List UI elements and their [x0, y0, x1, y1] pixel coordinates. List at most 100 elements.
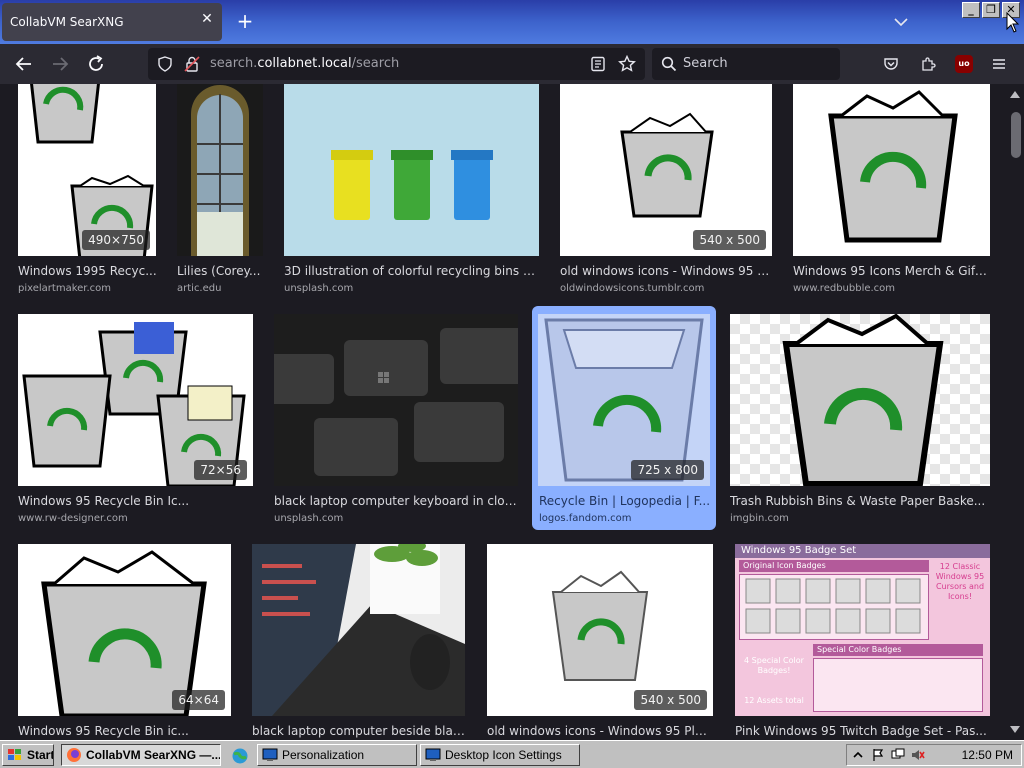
- result-thumbnail[interactable]: 540 x 500: [560, 84, 772, 256]
- image-results-grid: 490×750 Windows 1995 Recyc... pixelartma…: [0, 84, 1024, 740]
- ublock-origin-icon[interactable]: uo: [955, 55, 973, 73]
- result-thumbnail[interactable]: [274, 314, 518, 486]
- result-source: oldwindowsicons.tumblr.com: [560, 283, 705, 294]
- url-text: search.collabnet.local/search: [210, 56, 400, 71]
- display-properties-icon: [425, 748, 441, 761]
- badge-set-header: Windows 95 Badge Set: [735, 544, 990, 558]
- resolution-badge: 72×56: [194, 460, 247, 480]
- search-input[interactable]: Search: [652, 48, 840, 80]
- taskbar: Start CollabVM SearXNG —... Personalizat…: [0, 740, 1024, 768]
- result-source: unsplash.com: [274, 513, 344, 524]
- result-card-selected[interactable]: 725 x 800 Recycle Bin | Logopedia | F...…: [532, 306, 716, 530]
- result-card[interactable]: Lilies (Corey... artic.edu: [173, 84, 273, 300]
- maximize-icon[interactable]: ❐: [982, 2, 1000, 18]
- reload-icon[interactable]: [84, 52, 108, 76]
- scroll-down-icon[interactable]: [1010, 726, 1020, 734]
- result-title[interactable]: Windows 1995 Recyc...: [18, 264, 158, 278]
- windows-logo-icon: [8, 749, 21, 760]
- result-source: logos.fandom.com: [539, 513, 632, 524]
- result-thumbnail[interactable]: 540 x 500: [487, 544, 713, 716]
- scrollbar-thumb[interactable]: [1011, 112, 1021, 158]
- result-title[interactable]: black laptop computer keyboard in clos..…: [274, 494, 518, 508]
- page-scrollbar[interactable]: [1006, 84, 1024, 740]
- result-title[interactable]: 3D illustration of colorful recycling bi…: [284, 264, 539, 278]
- result-thumbnail[interactable]: [730, 314, 990, 486]
- result-title[interactable]: Windows 95 Icons Merch & Gift...: [793, 264, 990, 278]
- search-icon: [661, 56, 677, 72]
- result-card[interactable]: 490×750 Windows 1995 Recyc... pixelartma…: [14, 84, 160, 300]
- badge-note: 4 Special Color Badges!: [744, 656, 804, 675]
- pocket-icon[interactable]: [883, 56, 899, 72]
- result-title[interactable]: old windows icons - Windows 95 - ...: [560, 264, 772, 278]
- badge-grid: [739, 574, 929, 640]
- start-label: Start: [27, 748, 54, 762]
- close-tab-icon[interactable]: ✕: [200, 11, 214, 31]
- minimize-icon[interactable]: _: [962, 2, 980, 18]
- resolution-badge: 540 x 500: [634, 690, 707, 710]
- chevron-down-icon[interactable]: [892, 14, 910, 30]
- result-title[interactable]: black laptop computer beside blac...: [252, 724, 465, 738]
- result-title[interactable]: Windows 95 Recycle Bin ic...: [18, 724, 231, 738]
- network-icon[interactable]: [891, 748, 905, 762]
- result-thumbnail[interactable]: [284, 84, 539, 256]
- insecure-lock-icon[interactable]: [184, 56, 200, 72]
- result-card[interactable]: 72×56 Windows 95 Recycle Bin Ic... www.r…: [14, 314, 258, 530]
- result-title[interactable]: Trash Rubbish Bins & Waste Paper Baske..…: [730, 494, 990, 508]
- result-card[interactable]: 540 x 500 old windows icons - Windows 95…: [483, 544, 719, 740]
- new-tab-icon[interactable]: +: [233, 10, 257, 34]
- result-thumbnail[interactable]: [252, 544, 465, 716]
- display-properties-icon: [262, 748, 278, 761]
- result-card[interactable]: 540 x 500 old windows icons - Windows 95…: [556, 84, 776, 300]
- taskbar-item-desktop-icon-settings[interactable]: Desktop Icon Settings: [420, 744, 580, 766]
- result-thumbnail[interactable]: Windows 95 Badge Set Original Icon Badge…: [735, 544, 990, 716]
- result-thumbnail[interactable]: 725 x 800: [538, 314, 710, 486]
- result-card[interactable]: black laptop computer beside blac...: [248, 544, 470, 740]
- result-title[interactable]: old windows icons - Windows 95 Plu...: [487, 724, 713, 738]
- result-card[interactable]: 3D illustration of colorful recycling bi…: [280, 84, 542, 300]
- address-bar[interactable]: search.collabnet.local/search: [148, 48, 645, 80]
- resolution-badge: 490×750: [82, 230, 150, 250]
- result-title[interactable]: Lilies (Corey...: [177, 264, 265, 278]
- tray-arrow-icon[interactable]: [851, 748, 865, 762]
- taskbar-item-label: CollabVM SearXNG —...: [86, 748, 221, 762]
- result-thumbnail[interactable]: 64×64: [18, 544, 231, 716]
- browser-tab[interactable]: CollabVM SearXNG ✕: [2, 3, 222, 41]
- result-card[interactable]: Windows 95 Icons Merch & Gift... www.red…: [789, 84, 994, 300]
- firefox-icon: [67, 748, 81, 762]
- clock[interactable]: 12:50 PM: [962, 748, 1013, 762]
- taskbar-item-firefox[interactable]: CollabVM SearXNG —...: [61, 744, 221, 766]
- globe-icon[interactable]: [231, 747, 249, 765]
- result-title[interactable]: Pink Windows 95 Twitch Badge Set - Pas..…: [735, 724, 990, 738]
- hamburger-menu-icon[interactable]: [991, 56, 1007, 72]
- forward-arrow-icon[interactable]: [48, 52, 72, 76]
- shield-icon[interactable]: [157, 56, 173, 72]
- start-button[interactable]: Start: [2, 744, 54, 766]
- badge-note: 12 Assets total: [744, 696, 804, 705]
- result-thumbnail[interactable]: [177, 84, 263, 256]
- badge-grid: [813, 658, 983, 712]
- taskbar-item-personalization[interactable]: Personalization: [257, 744, 417, 766]
- result-card[interactable]: black laptop computer keyboard in clos..…: [270, 314, 522, 530]
- extensions-puzzle-icon[interactable]: [920, 56, 936, 72]
- flag-icon[interactable]: [871, 748, 885, 762]
- reader-view-icon[interactable]: [590, 56, 606, 72]
- result-thumbnail[interactable]: 490×750: [18, 84, 156, 256]
- result-source: pixelartmaker.com: [18, 283, 112, 294]
- result-source: www.redbubble.com: [793, 283, 896, 294]
- scroll-up-icon[interactable]: [1010, 90, 1020, 98]
- result-source: artic.edu: [177, 283, 222, 294]
- result-title[interactable]: Windows 95 Recycle Bin Ic...: [18, 494, 253, 508]
- back-arrow-icon[interactable]: [12, 52, 36, 76]
- resolution-badge: 64×64: [172, 690, 225, 710]
- result-thumbnail[interactable]: 72×56: [18, 314, 253, 486]
- volume-muted-icon[interactable]: [911, 748, 925, 762]
- result-card[interactable]: 64×64 Windows 95 Recycle Bin ic...: [14, 544, 236, 740]
- bookmark-star-icon[interactable]: [618, 55, 636, 73]
- result-title[interactable]: Recycle Bin | Logopedia | F...: [539, 494, 711, 508]
- result-card[interactable]: Windows 95 Badge Set Original Icon Badge…: [731, 544, 995, 740]
- resolution-badge: 540 x 500: [693, 230, 766, 250]
- result-card[interactable]: Trash Rubbish Bins & Waste Paper Baske..…: [726, 314, 994, 530]
- badge-set-section: Original Icon Badges: [739, 560, 929, 572]
- result-thumbnail[interactable]: [793, 84, 990, 256]
- badge-set-section: Special Color Badges: [813, 644, 983, 656]
